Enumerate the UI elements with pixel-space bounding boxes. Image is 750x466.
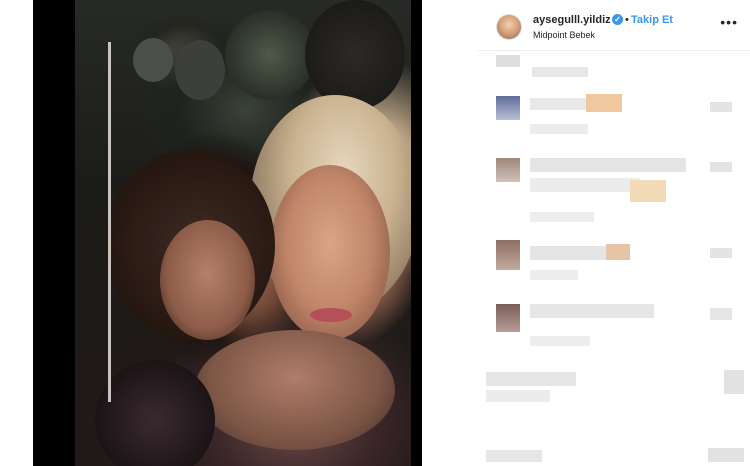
censored-block <box>606 244 630 260</box>
post-side-panel: aysegulll.yildiz ✓ • Takip Et Midpoint B… <box>478 0 750 466</box>
background-plant-shape <box>225 10 315 100</box>
avatar-censored <box>496 96 520 120</box>
censored-block <box>486 390 550 402</box>
post-header: aysegulll.yildiz ✓ • Takip Et Midpoint B… <box>478 0 750 50</box>
comment-item <box>478 300 750 350</box>
censored-block <box>486 450 542 462</box>
avatar-censored <box>496 304 520 332</box>
comment-item <box>478 370 750 420</box>
comment-item <box>478 446 750 466</box>
heart-icon[interactable] <box>710 102 732 112</box>
photo-frame-edge <box>108 42 111 402</box>
location-link[interactable]: Midpoint Bebek <box>533 30 595 40</box>
separator-dot: • <box>625 14 629 26</box>
comment-item <box>478 55 750 85</box>
comment-item <box>478 154 750 224</box>
header-divider <box>478 50 750 51</box>
avatar-censored <box>496 158 520 182</box>
author-avatar[interactable] <box>496 14 522 40</box>
censored-block <box>530 124 588 134</box>
heart-icon[interactable] <box>710 308 732 320</box>
censored-block <box>530 212 594 222</box>
background-person-shape <box>305 0 405 110</box>
post-photo[interactable] <box>75 0 411 466</box>
instagram-post-view: aysegulll.yildiz ✓ • Takip Et Midpoint B… <box>0 0 750 466</box>
heart-icon[interactable] <box>710 248 732 258</box>
arm-shape <box>195 330 395 450</box>
more-horizontal-icon[interactable]: ••• <box>720 14 738 30</box>
censored-block <box>486 372 576 386</box>
censored-block <box>708 448 744 462</box>
censored-block <box>530 178 640 192</box>
censored-block <box>724 370 744 394</box>
censored-block <box>530 304 654 318</box>
child-face-shape <box>160 220 255 340</box>
censored-block <box>532 67 588 77</box>
background-person-shape <box>175 40 225 100</box>
author-username[interactable]: aysegulll.yildiz <box>533 14 611 26</box>
censored-block <box>530 336 590 346</box>
censored-block <box>586 94 622 112</box>
censored-block <box>496 55 520 67</box>
censored-block <box>530 158 686 172</box>
heart-icon[interactable] <box>710 162 732 172</box>
avatar-censored <box>496 240 520 270</box>
comment-item <box>478 238 750 282</box>
censored-block <box>530 270 578 280</box>
verified-badge-icon: ✓ <box>612 14 623 25</box>
post-photo-frame <box>33 0 422 466</box>
comment-item <box>478 90 750 140</box>
lips-shape <box>310 308 352 322</box>
background-person-shape <box>133 38 173 82</box>
follow-button[interactable]: Takip Et <box>631 14 673 26</box>
censored-block <box>630 180 666 202</box>
